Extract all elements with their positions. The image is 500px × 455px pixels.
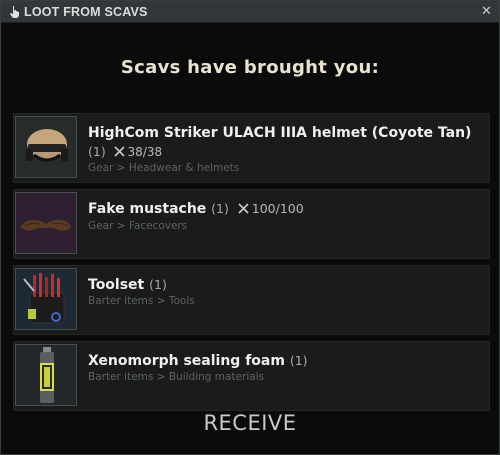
item-name: Fake mustache [88, 201, 207, 217]
loot-item[interactable]: Toolset (1) Barter items > Tools [13, 265, 490, 335]
helmet-icon [15, 116, 77, 178]
item-category: Gear > Facecovers [88, 220, 188, 232]
toolset-icon [15, 268, 77, 330]
mustache-icon [15, 192, 77, 254]
item-count: (1) [211, 201, 229, 216]
item-durability: 38/38 [127, 145, 163, 159]
loot-item[interactable]: HighCom Striker ULACH IIIA helmet (Coyot… [13, 113, 490, 183]
title-bar[interactable]: LOOT FROM SCAVS ✕ [1, 1, 499, 23]
window-title: LOOT FROM SCAVS [24, 4, 148, 19]
item-count: (1) [149, 277, 167, 292]
item-name: Xenomorph sealing foam [88, 353, 285, 369]
item-category: Gear > Headwear & helmets [88, 162, 240, 174]
receive-button[interactable]: RECEIVE [1, 411, 499, 435]
close-button[interactable]: ✕ [478, 4, 495, 19]
item-category: Barter items > Tools [88, 295, 195, 307]
item-count: (1) [289, 353, 308, 368]
durability-icon [113, 146, 125, 161]
hand-pointer-icon [7, 5, 21, 19]
loot-window: LOOT FROM SCAVS ✕ Scavs have brought you… [0, 0, 500, 455]
item-name: Toolset [88, 277, 145, 293]
item-category: Barter items > Building materials [88, 371, 265, 383]
loot-item[interactable]: Xenomorph sealing foam (1) Barter items … [13, 341, 490, 411]
item-durability: 100/100 [251, 201, 304, 216]
loot-list: HighCom Striker ULACH IIIA helmet (Coyot… [13, 113, 490, 417]
foam-can-icon [15, 344, 77, 406]
loot-item[interactable]: Fake mustache (1) 100/100 Gear > Facecov… [13, 189, 490, 259]
item-name: HighCom Striker ULACH IIIA helmet (Coyot… [88, 125, 472, 141]
durability-icon [238, 201, 249, 219]
page-title: Scavs have brought you: [120, 57, 380, 78]
item-count: (1) [88, 144, 106, 159]
